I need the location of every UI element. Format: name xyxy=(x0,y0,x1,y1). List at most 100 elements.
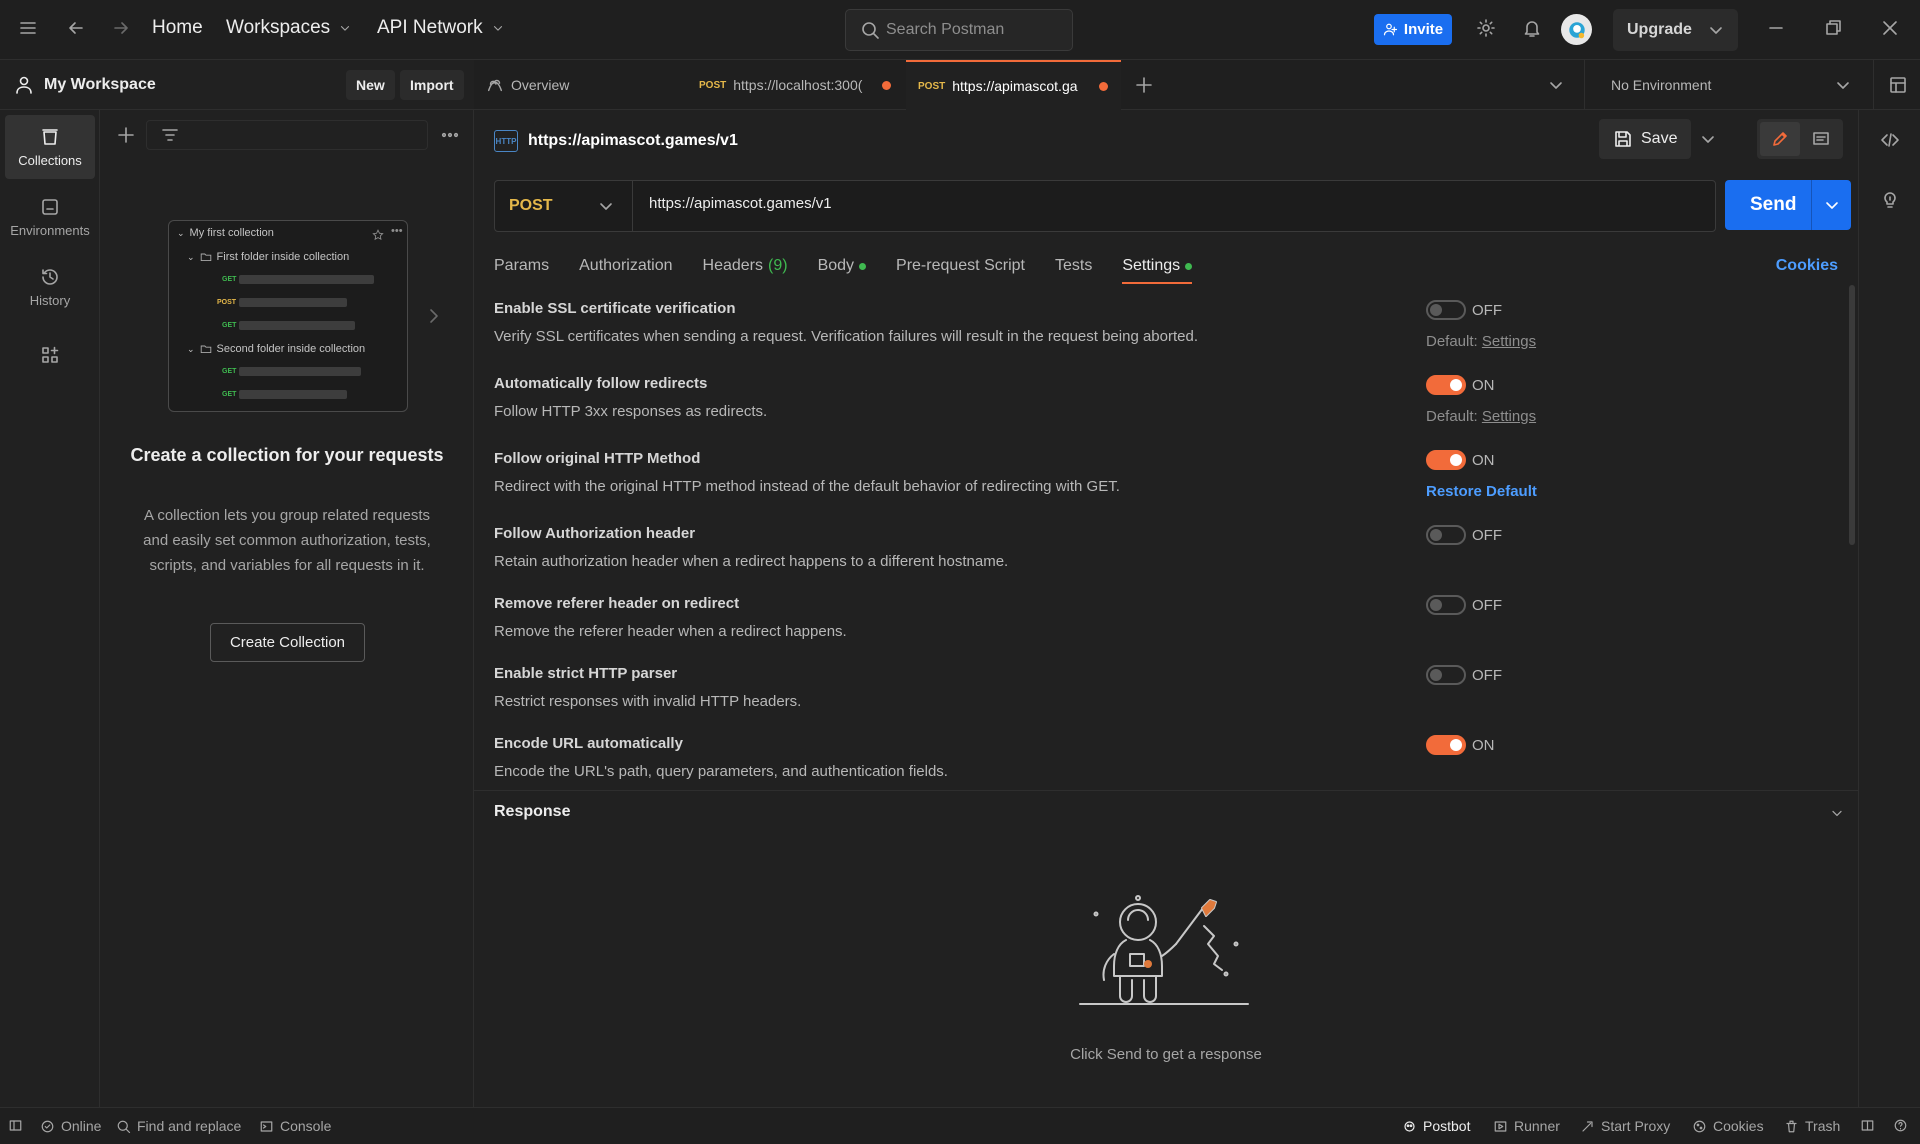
toggle-track xyxy=(1426,450,1466,470)
start-proxy-button[interactable]: Start Proxy xyxy=(1580,1118,1670,1134)
help-icon[interactable] xyxy=(1893,1118,1908,1133)
minimize-window-icon[interactable] xyxy=(1766,18,1786,38)
tab-request-active[interactable]: POST https://apimascot.ga xyxy=(906,60,1121,110)
ssl-toggle[interactable]: OFF xyxy=(1426,300,1502,320)
search-input[interactable]: Search Postman xyxy=(845,9,1073,51)
import-button[interactable]: Import xyxy=(400,70,464,100)
two-pane-view-icon[interactable] xyxy=(1860,1118,1875,1133)
upgrade-button[interactable]: Upgrade xyxy=(1613,9,1738,51)
rail-label-collections: Collections xyxy=(18,152,82,168)
add-icon[interactable] xyxy=(116,125,136,145)
tab-settings[interactable]: Settings xyxy=(1122,248,1193,284)
empty-state-description: A collection lets you group related requ… xyxy=(143,507,431,574)
rail-item-configure[interactable] xyxy=(5,330,95,380)
settings-link[interactable]: Settings xyxy=(1482,408,1536,425)
tab-params[interactable]: Params xyxy=(494,248,549,284)
sidebar-search-input[interactable] xyxy=(146,120,428,150)
request-tabs: Params Authorization Headers (9) Body Pre… xyxy=(494,248,1193,284)
toggle-state: OFF xyxy=(1472,526,1502,544)
tab-overview[interactable]: Overview xyxy=(486,60,692,110)
rail-item-collections[interactable]: Collections xyxy=(5,115,95,179)
auth-header-toggle[interactable]: OFF xyxy=(1426,525,1502,545)
cookies-button[interactable]: Cookies xyxy=(1692,1118,1764,1134)
tab-headers[interactable]: Headers (9) xyxy=(703,248,788,284)
send-dropdown-chevron-icon[interactable] xyxy=(1811,180,1851,230)
invite-button[interactable]: Invite xyxy=(1374,14,1452,45)
cookie-icon xyxy=(1693,1120,1706,1132)
tab-tests[interactable]: Tests xyxy=(1055,248,1092,284)
lightbulb-icon[interactable] xyxy=(1880,189,1900,209)
rail-item-history[interactable]: History xyxy=(5,255,95,319)
folder-icon xyxy=(200,345,211,354)
search-icon xyxy=(117,1120,131,1133)
tab-label: https://localhost:300( xyxy=(733,77,863,93)
environment-quicklook-button[interactable] xyxy=(1873,60,1920,110)
follow-redirects-toggle[interactable]: ON xyxy=(1426,375,1495,395)
create-collection-button[interactable]: Create Collection xyxy=(210,623,365,662)
comments-button[interactable] xyxy=(1801,122,1841,156)
settings-gear-icon[interactable] xyxy=(1476,18,1496,38)
find-replace-button[interactable]: Find and replace xyxy=(116,1118,241,1134)
ssl-default-note: Default: Settings xyxy=(1426,333,1536,350)
close-window-icon[interactable] xyxy=(1880,18,1900,38)
runner-button[interactable]: Runner xyxy=(1493,1118,1560,1134)
code-snippet-icon[interactable] xyxy=(1880,130,1900,150)
notifications-bell-icon[interactable] xyxy=(1522,18,1542,38)
encode-url-toggle[interactable]: ON xyxy=(1426,735,1495,755)
environment-selector[interactable]: No Environment xyxy=(1584,60,1920,110)
tab-request-localhost[interactable]: POST https://localhost:300( xyxy=(699,60,911,110)
illus-more-icon: ••• xyxy=(391,225,403,237)
illus-collection-row: ⌄ My first collection xyxy=(177,227,274,239)
menu-icon[interactable] xyxy=(18,18,38,38)
request-title-text[interactable]: https://apimascot.games/v1 xyxy=(528,132,738,150)
toggle-state: ON xyxy=(1472,451,1495,469)
method-select[interactable]: POST xyxy=(495,181,633,231)
home-link[interactable]: Home xyxy=(152,17,203,39)
forward-arrow-icon[interactable] xyxy=(111,18,131,38)
tab-authorization-label: Authorization xyxy=(579,257,673,274)
trash-button[interactable]: Trash xyxy=(1784,1118,1840,1134)
top-bar: Home Workspaces API Network Search Postm… xyxy=(0,0,1920,60)
workspaces-menu[interactable]: Workspaces xyxy=(226,17,352,39)
tab-pre-request-script[interactable]: Pre-request Script xyxy=(896,248,1025,284)
workspace-name[interactable]: My Workspace xyxy=(44,76,156,94)
online-status[interactable]: Online xyxy=(40,1118,101,1134)
response-title[interactable]: Response xyxy=(494,803,570,821)
strict-parser-toggle[interactable]: OFF xyxy=(1426,665,1502,685)
chevron-right-icon[interactable] xyxy=(424,306,444,326)
restore-default-link[interactable]: Restore Default xyxy=(1426,483,1537,500)
avatar[interactable] xyxy=(1561,14,1592,45)
status-bar: Online Find and replace Console Postbot … xyxy=(0,1107,1920,1144)
upgrade-label: Upgrade xyxy=(1627,21,1692,38)
toggle-state: OFF xyxy=(1472,596,1502,614)
api-network-menu[interactable]: API Network xyxy=(377,17,505,39)
restore-window-icon[interactable] xyxy=(1823,18,1843,38)
console-button[interactable]: Console xyxy=(259,1118,331,1134)
postbot-button[interactable]: Postbot xyxy=(1402,1118,1470,1134)
toggle-track xyxy=(1426,595,1466,615)
toggle-state: ON xyxy=(1472,736,1495,754)
new-tab-plus-icon[interactable] xyxy=(1134,75,1154,95)
back-arrow-icon[interactable] xyxy=(66,18,86,38)
new-button[interactable]: New xyxy=(346,70,395,100)
settings-scrollbar[interactable] xyxy=(1849,285,1855,545)
tab-body[interactable]: Body xyxy=(818,248,867,284)
edit-mode-button[interactable] xyxy=(1760,122,1800,156)
referer-toggle[interactable]: OFF xyxy=(1426,595,1502,615)
tab-overview-label: Overview xyxy=(511,77,570,93)
more-options-icon[interactable] xyxy=(440,125,460,145)
toggle-sidebar-icon[interactable] xyxy=(8,1118,23,1133)
tab-authorization[interactable]: Authorization xyxy=(579,248,672,284)
original-method-toggle[interactable]: ON xyxy=(1426,450,1495,470)
url-input[interactable]: https://apimascot.games/v1 xyxy=(649,195,832,212)
send-button[interactable]: Send xyxy=(1725,180,1851,230)
cookies-link[interactable]: Cookies xyxy=(1776,257,1838,275)
settings-link[interactable]: Settings xyxy=(1482,333,1536,350)
response-collapse-chevron-icon[interactable] xyxy=(1829,805,1845,821)
environment-label: No Environment xyxy=(1611,77,1712,93)
save-button[interactable]: Save xyxy=(1599,119,1691,159)
save-dropdown-chevron-icon[interactable] xyxy=(1693,119,1723,159)
tabs-dropdown-chevron-icon[interactable] xyxy=(1546,75,1566,95)
rail-item-environments[interactable]: Environments xyxy=(5,185,95,249)
avatar-icon xyxy=(1568,21,1585,38)
